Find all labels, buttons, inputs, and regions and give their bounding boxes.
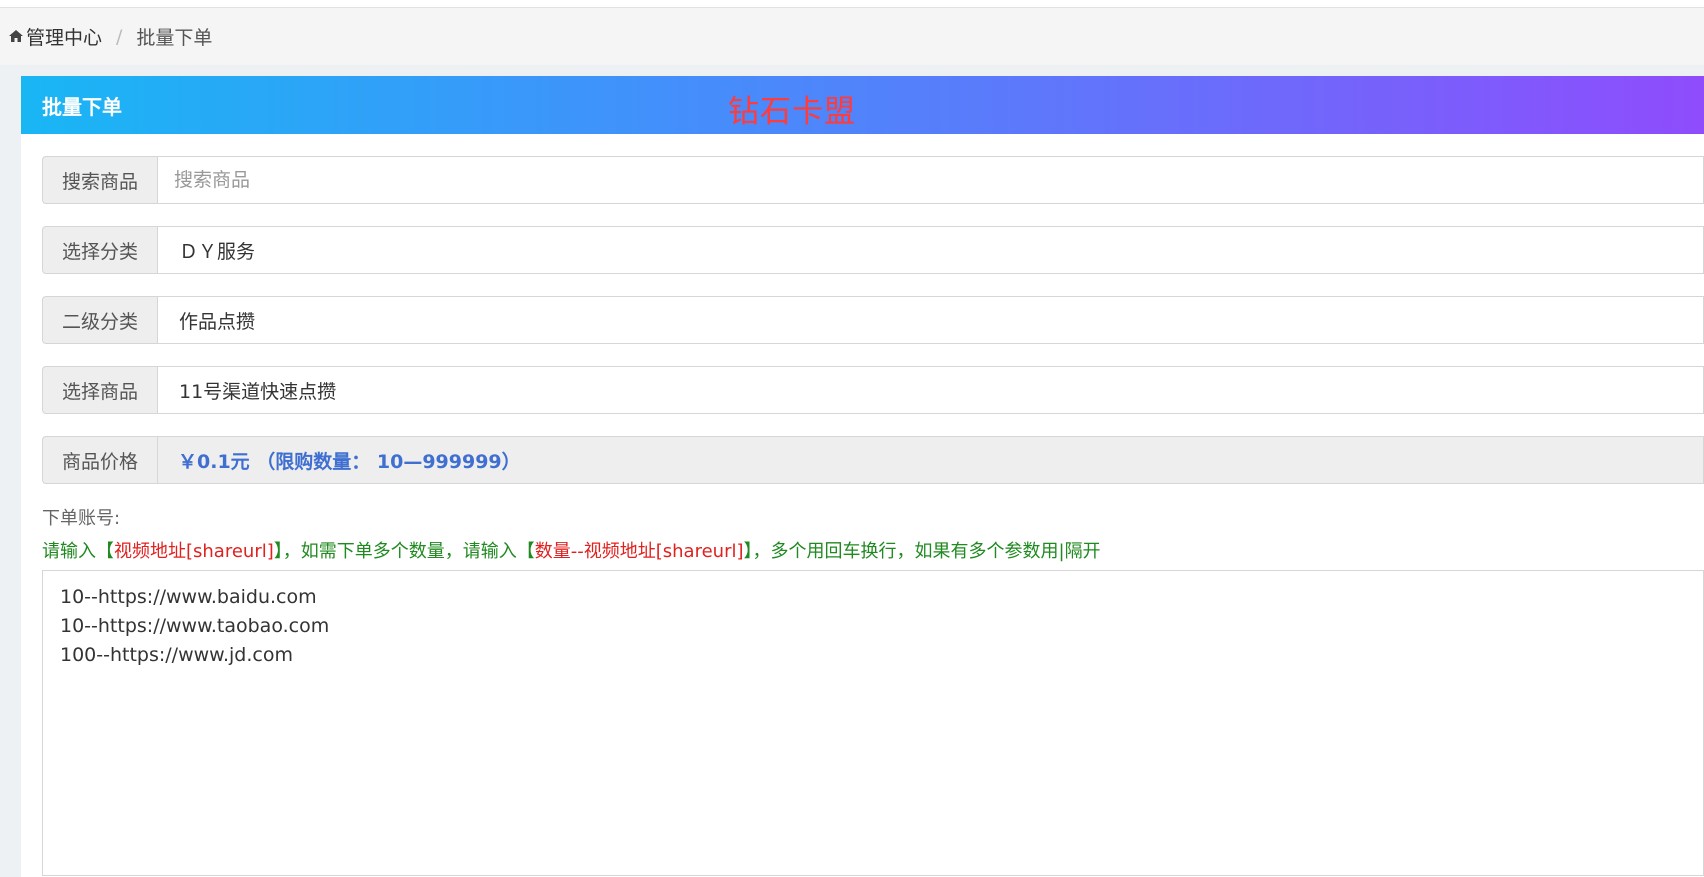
search-product-input[interactable] [157,156,1704,204]
search-product-field: 搜索商品 [42,156,1704,204]
account-hint: 请输入【视频地址[shareurl]】，如需下单多个数量，请输入【数量--视频地… [42,538,1704,570]
price-field: 商品价格 ￥0.1元 （限购数量： 10—999999） [42,436,1704,484]
brand-text: 钻石卡盟 [728,94,856,130]
category-select[interactable]: ＤＹ服务 [157,226,1704,274]
hint-red-1: 视频地址[shareurl] [114,541,274,562]
hint-part-2: 】，如需下单多个数量，请输入【 [273,541,535,562]
price-value: ￥0.1元 （限购数量： 10—999999） [157,436,1704,484]
category-label: 选择分类 [42,226,157,274]
panel-body: 搜索商品 选择分类 ＤＹ服务 二级分类 作品点攒 选择商品 11号渠道快速点攒 … [21,134,1704,876]
breadcrumb: 管理中心 / 批量下单 [0,8,1704,65]
breadcrumb-home-label: 管理中心 [26,27,103,49]
subcategory-label: 二级分类 [42,296,157,344]
hint-part-1: 请输入【 [42,541,114,562]
product-label: 选择商品 [42,366,157,414]
breadcrumb-separator: / [116,25,123,48]
breadcrumb-current: 批量下单 [136,27,213,49]
top-bar [0,0,1704,8]
account-textarea[interactable]: 10--https://www.baidu.com 10--https://ww… [42,570,1704,876]
panel-header: 批量下单 钻石卡盟 [21,76,1704,134]
hint-red-2: 数量--视频地址[shareurl] [534,541,744,562]
product-field: 选择商品 11号渠道快速点攒 [42,366,1704,414]
home-icon [8,26,26,48]
account-label: 下单账号: [42,508,121,529]
left-gutter [0,65,21,877]
batch-order-panel: 批量下单 钻石卡盟 搜索商品 选择分类 ＤＹ服务 二级分类 作品点攒 选择商品 … [21,76,1704,877]
price-label: 商品价格 [42,436,157,484]
category-field: 选择分类 ＤＹ服务 [42,226,1704,274]
search-product-label: 搜索商品 [42,156,157,204]
hint-part-3: 】，多个用回车换行，如果有多个参数用|隔开 [743,541,1101,562]
panel-title: 批量下单 [42,94,122,119]
product-select[interactable]: 11号渠道快速点攒 [157,366,1704,414]
breadcrumb-home-link[interactable]: 管理中心 [8,23,102,50]
subcategory-field: 二级分类 作品点攒 [42,296,1704,344]
subcategory-select[interactable]: 作品点攒 [157,296,1704,344]
